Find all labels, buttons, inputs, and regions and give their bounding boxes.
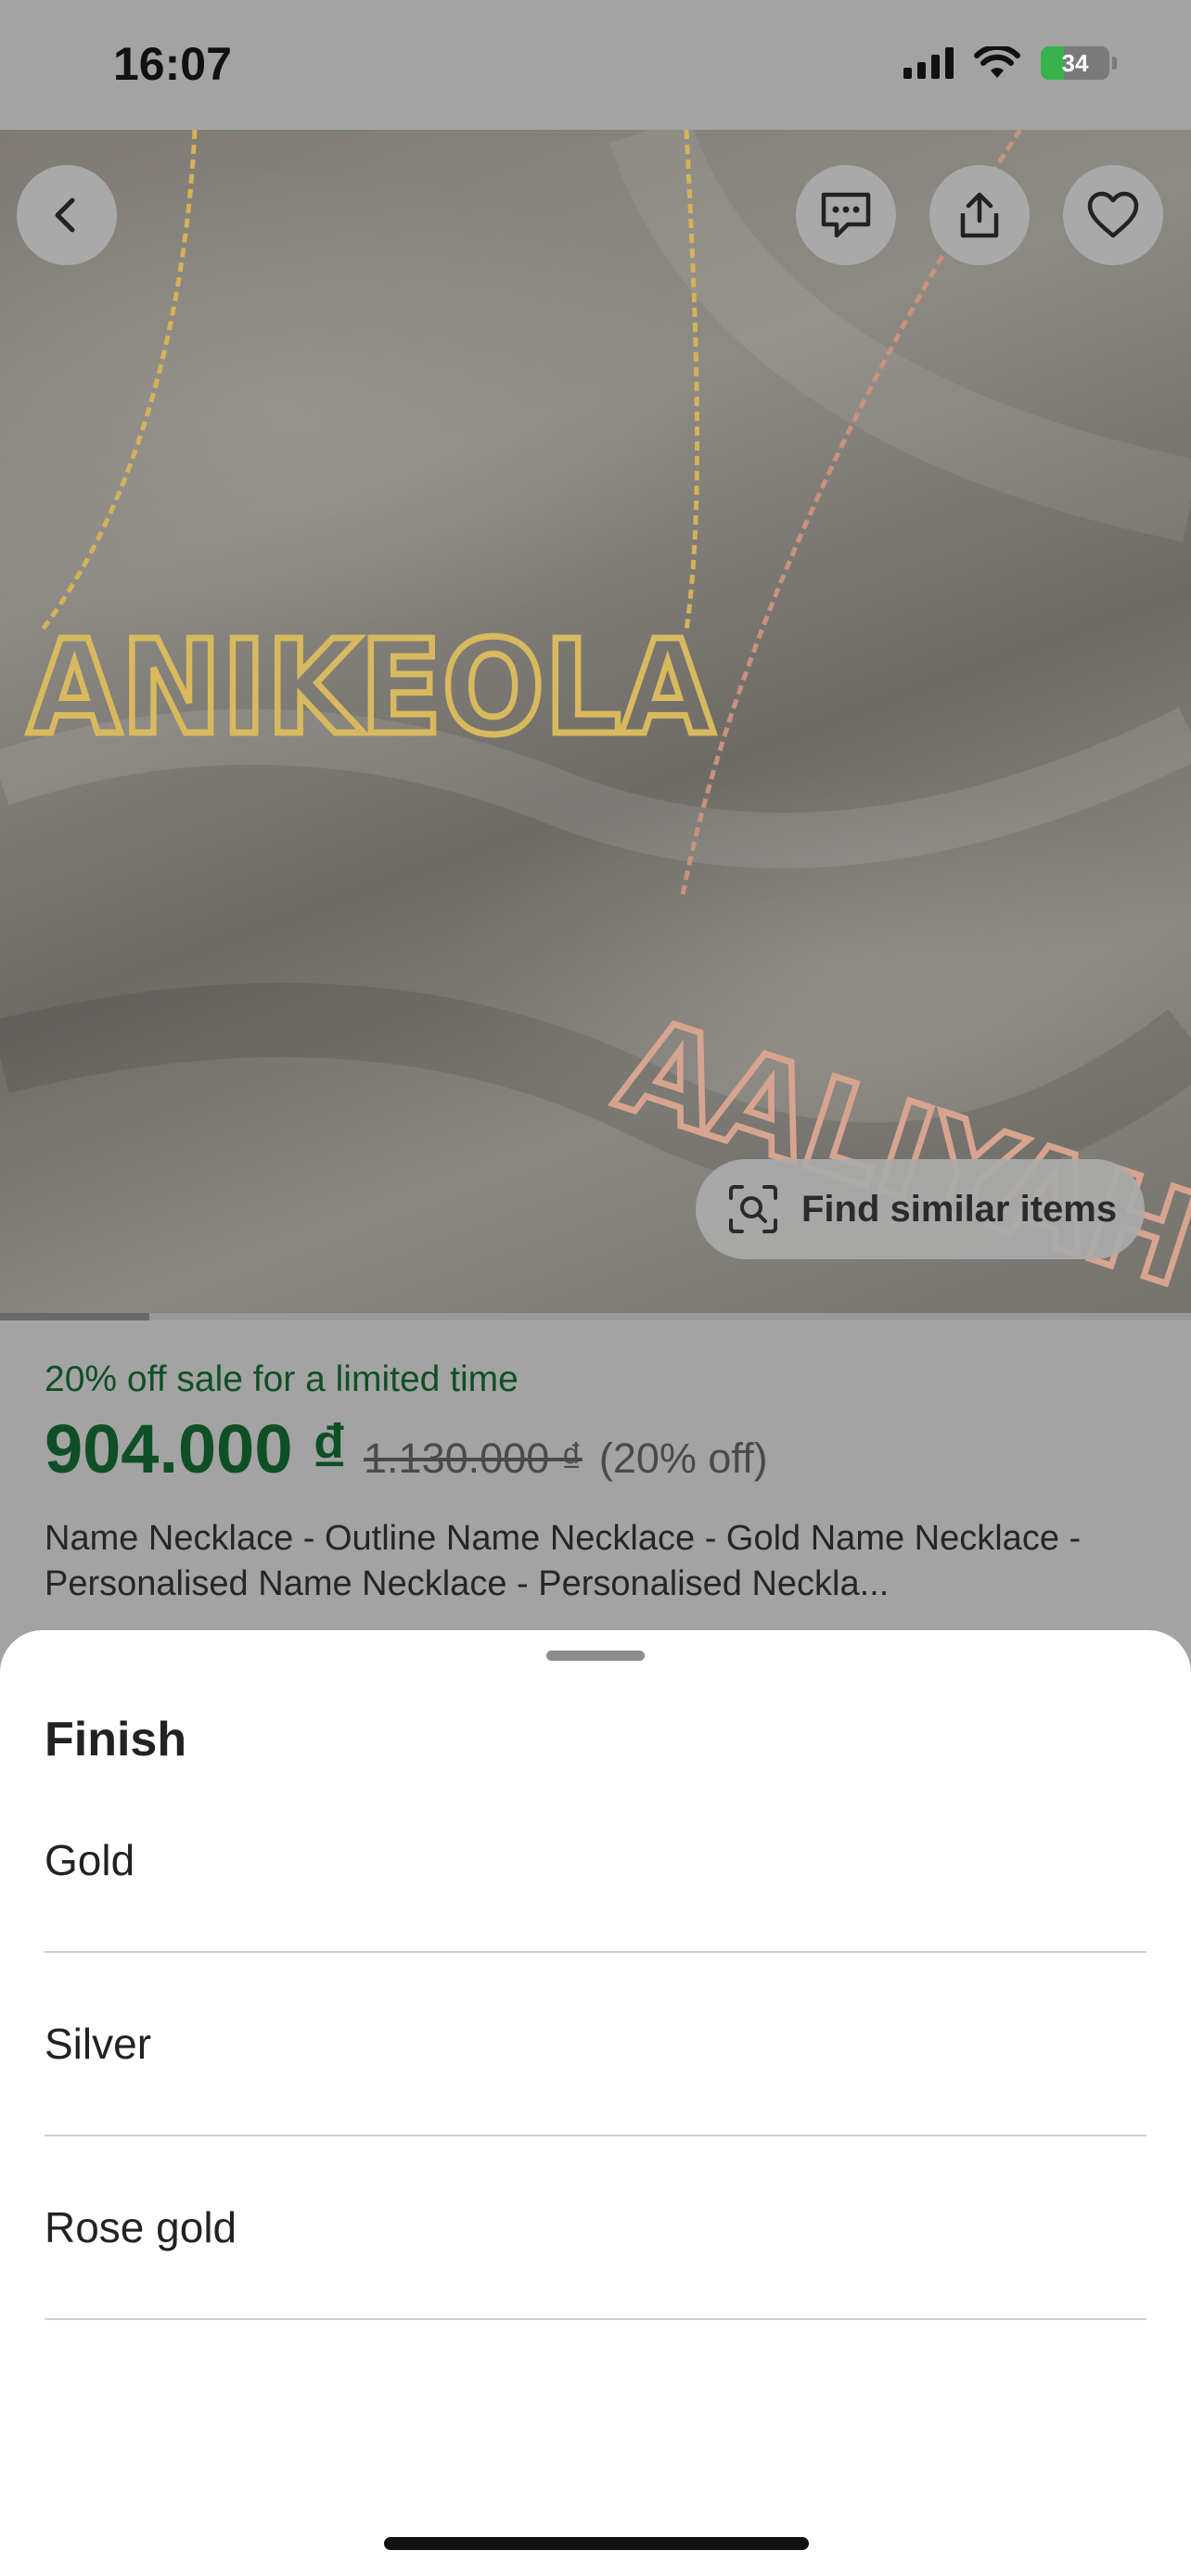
- sale-banner-text: 20% off sale for a limited time: [45, 1359, 519, 1399]
- sale-price: 904.000 ₫: [45, 1410, 348, 1487]
- find-similar-label: Find similar items: [801, 1188, 1118, 1230]
- favorite-button[interactable]: [1063, 165, 1163, 265]
- status-time: 16:07: [113, 38, 232, 90]
- battery-level: 34: [1061, 48, 1089, 77]
- product-image[interactable]: ANIKEOLA AALIYAH Find similar items: [0, 130, 1191, 1320]
- back-button[interactable]: [17, 165, 117, 265]
- home-indicator[interactable]: [384, 2537, 809, 2550]
- sheet-grabber[interactable]: [546, 1651, 645, 1661]
- status-icons: 34: [903, 46, 1117, 80]
- visual-search-icon: [729, 1185, 777, 1233]
- rose-gold-pendant-text: AALIYAH: [602, 989, 1191, 1317]
- necklace-photo: ANIKEOLA AALIYAH: [0, 130, 1191, 1320]
- price-row: 904.000 ₫ 1.130.000 ₫ (20% off): [45, 1409, 1148, 1488]
- heart-icon: [1087, 191, 1139, 238]
- discount-label: (20% off): [598, 1435, 768, 1482]
- finish-option-rose-gold[interactable]: Rose gold: [45, 2136, 1146, 2320]
- finish-options-list: Gold Silver Rose gold: [45, 1769, 1146, 2320]
- share-icon: [960, 192, 999, 238]
- status-bar: 16:07 34: [0, 0, 1191, 130]
- share-button[interactable]: [929, 165, 1030, 265]
- finish-bottom-sheet: Finish Gold Silver Rose gold: [0, 1630, 1191, 2576]
- sheet-title: Finish: [45, 1713, 187, 1766]
- battery-icon: 34: [1041, 46, 1117, 80]
- image-carousel-progress: [0, 1313, 1191, 1320]
- gold-pendant-text: ANIKEOLA: [28, 613, 714, 764]
- message-icon: [821, 192, 871, 238]
- product-title[interactable]: Name Necklace - Outline Name Necklace - …: [45, 1516, 1148, 1607]
- product-info: 20% off sale for a limited time 904.000 …: [45, 1320, 1148, 1607]
- find-similar-button[interactable]: Find similar items: [696, 1159, 1145, 1259]
- chevron-left-icon: [55, 198, 75, 233]
- original-price: 1.130.000 ₫: [364, 1435, 583, 1482]
- finish-option-silver[interactable]: Silver: [45, 1953, 1146, 2136]
- image-carousel-progress-fill: [0, 1313, 149, 1320]
- cellular-signal-icon: [903, 47, 954, 79]
- wifi-icon: [974, 46, 1020, 78]
- finish-option-gold[interactable]: Gold: [45, 1769, 1146, 1953]
- message-seller-button[interactable]: [796, 165, 896, 265]
